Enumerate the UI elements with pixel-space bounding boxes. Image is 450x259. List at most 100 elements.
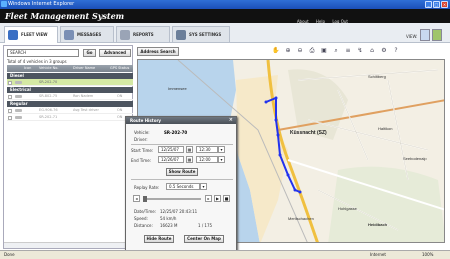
replay-slider[interactable]	[143, 196, 201, 202]
replay-rate-label: Replay Rate:	[134, 185, 160, 190]
expand-icon[interactable]	[8, 115, 12, 120]
vehicle-panel: SEARCH Go Advanced Total of 4 vehicles i…	[3, 45, 133, 249]
tab-sys-settings[interactable]: SYS SETTINGS	[172, 26, 230, 42]
show-route-button[interactable]: Show Route	[166, 168, 198, 176]
route-point[interactable]	[286, 173, 290, 177]
tab-fleet-view[interactable]: FLEET VIEW	[4, 26, 58, 43]
place-label: Schiltberg	[368, 74, 386, 79]
gps-status: ON	[117, 94, 123, 98]
close-icon[interactable]: ×	[229, 117, 233, 124]
search-icon[interactable]: ⌕	[332, 47, 340, 55]
play-icon[interactable]: ▶	[214, 195, 221, 202]
zoom-out-icon[interactable]: ⊖	[296, 47, 304, 55]
zoom-in-icon[interactable]: ⊕	[284, 47, 292, 55]
dialog-title: Route History	[130, 118, 162, 123]
stop-icon[interactable]: ■	[223, 195, 230, 202]
place-label: Heidibach	[368, 222, 388, 227]
route-icon[interactable]: ↯	[356, 47, 364, 55]
start-time-field[interactable]: 12:30	[196, 146, 218, 153]
divider	[131, 179, 233, 180]
vehicle-icon	[15, 81, 22, 84]
driver-name: Avg Test driver	[73, 108, 99, 112]
help-icon[interactable]: ?	[392, 47, 400, 55]
driver-name: Ron Nadem	[73, 94, 94, 98]
view-list-button[interactable]	[420, 29, 430, 41]
route-point[interactable]	[274, 96, 278, 100]
zoom-level[interactable]: 100%	[422, 251, 433, 259]
go-button[interactable]: Go	[83, 49, 96, 57]
route-point[interactable]	[276, 133, 280, 137]
table-row[interactable]: EG-906-76 Avg Test driver ON	[7, 107, 133, 114]
status-text: Done	[4, 252, 15, 257]
place-label: Seebodenalp	[403, 156, 427, 161]
col-vehicle[interactable]: Vehicle No.	[39, 65, 58, 72]
status-bar: Done Internet 100%	[0, 250, 450, 259]
reports-icon	[120, 30, 130, 40]
col-driver[interactable]: Driver Name	[73, 65, 95, 72]
route-point[interactable]	[264, 100, 268, 104]
print-icon[interactable]: ⎙	[308, 47, 316, 55]
tab-reports[interactable]: REPORTS	[116, 26, 170, 42]
speed-value: 54 km/h	[160, 216, 177, 221]
step-forward-icon[interactable]: ▸	[205, 195, 212, 202]
table-row[interactable]: SR-202-70	[7, 79, 133, 86]
chevron-down-icon[interactable]: ▾	[218, 156, 225, 163]
divider	[131, 144, 233, 145]
address-search-button[interactable]: Address Search	[137, 47, 179, 56]
layers-icon[interactable]: ≡	[344, 47, 352, 55]
replay-rate-select[interactable]: 0.5 Seconds	[166, 183, 200, 190]
place-label: Merlischachen	[288, 216, 314, 221]
hand-icon[interactable]: ✋	[272, 47, 280, 55]
map-toolbar: ✋ ⊕ ⊖ ⎙ ▣ ⌕ ≡ ↯ ⌂ ⚙ ?	[272, 46, 446, 57]
end-time-field[interactable]: 12:00	[196, 156, 218, 163]
maximize-button[interactable]: □	[433, 1, 440, 8]
tab-messages[interactable]: MESSAGES	[60, 26, 114, 42]
end-date-field[interactable]: 12/26/07	[158, 156, 184, 163]
col-gps[interactable]: GPS Status	[110, 65, 129, 72]
vehicle-number: SR-202-70	[39, 80, 58, 84]
close-button[interactable]: ×	[441, 1, 448, 8]
slider-handle[interactable]	[143, 196, 147, 202]
place-label: Küssnacht (SZ)	[290, 130, 327, 136]
chevron-down-icon[interactable]: ▾	[218, 146, 225, 153]
vehicle-icon	[15, 95, 22, 98]
route-point[interactable]	[293, 188, 297, 192]
vehicle-number: EG-906-76	[39, 108, 58, 112]
rewind-icon[interactable]: ◂	[133, 195, 140, 202]
settings-icon[interactable]: ⚙	[380, 47, 388, 55]
vehicle-label: Vehicle:	[134, 130, 150, 135]
home-icon[interactable]: ⌂	[368, 47, 376, 55]
table-row[interactable]: SR-202-71 ON	[7, 114, 133, 121]
datetime-label: Date/Time:	[134, 209, 157, 214]
calendar-icon[interactable]: ▦	[186, 156, 193, 163]
vehicle-number: SR-202-71	[39, 115, 58, 119]
vehicle-grid-header: Icon Vehicle No. Driver Name GPS Status	[7, 65, 133, 72]
search-input[interactable]: SEARCH	[7, 49, 79, 57]
dialog-title-bar[interactable]: Route History ×	[126, 117, 236, 124]
view-map-button[interactable]	[432, 29, 442, 41]
route-point[interactable]	[298, 190, 302, 194]
vehicle-icon	[15, 109, 22, 112]
chevron-down-icon[interactable]: ▾	[200, 183, 207, 190]
end-time-label: End Time:	[131, 158, 152, 163]
table-row[interactable]: SR-802-75 Ron Nadem ON	[7, 93, 133, 100]
calendar-icon[interactable]: ▦	[186, 146, 193, 153]
vehicle-total: Total of 4 vehicles in 3 groups	[7, 59, 67, 64]
route-point[interactable]	[274, 118, 278, 122]
expand-icon[interactable]	[8, 80, 12, 85]
hide-route-button[interactable]: Hide Route	[144, 235, 174, 243]
vehicle-icon	[15, 116, 22, 119]
expand-icon[interactable]	[8, 94, 12, 99]
app-title: Fleet Management System	[5, 11, 125, 21]
col-icon[interactable]: Icon	[24, 65, 31, 72]
center-on-map-button[interactable]: Center On Map	[184, 235, 224, 243]
tab-label: REPORTS	[133, 32, 154, 37]
start-date-field[interactable]: 12/25/07	[158, 146, 184, 153]
panel-footer	[4, 242, 132, 248]
save-icon[interactable]: ▣	[320, 47, 328, 55]
advanced-button[interactable]: Advanced	[99, 49, 131, 57]
minimize-button[interactable]: _	[425, 1, 432, 8]
expand-icon[interactable]	[8, 108, 12, 113]
search-row: SEARCH Go Advanced	[7, 49, 131, 57]
route-point[interactable]	[278, 153, 282, 157]
